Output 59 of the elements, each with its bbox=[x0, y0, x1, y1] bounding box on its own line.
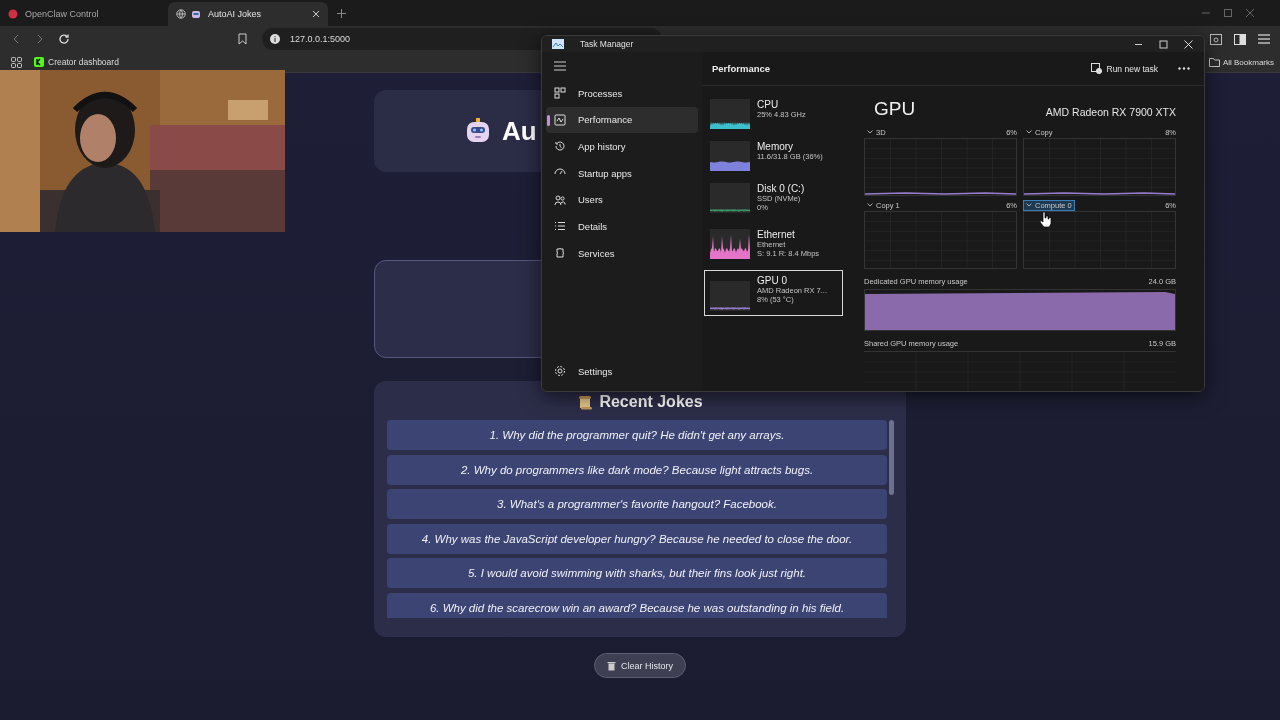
settings-icon bbox=[554, 365, 566, 378]
globe-icon bbox=[176, 9, 186, 19]
scrollbar-thumb[interactable] bbox=[889, 420, 894, 495]
device-name: Ethernet bbox=[757, 229, 796, 240]
joke-item: 2. Why do programmers like dark mode? Because light attracts bugs. bbox=[387, 454, 887, 485]
usage-graph bbox=[710, 229, 750, 259]
joke-item: 3. What's a programmer's favorite hangout? Facebook. bbox=[387, 489, 887, 520]
device-name: GPU 0 bbox=[757, 275, 788, 286]
settings-item[interactable]: Settings bbox=[546, 358, 698, 385]
trash-icon bbox=[607, 660, 616, 671]
joke-item: 1. Why did the programmer quit? He didn't get any arrays. bbox=[387, 420, 887, 450]
activity-icon bbox=[554, 113, 566, 126]
section-title: Performance bbox=[712, 63, 772, 74]
browser-tab[interactable]: OpenClaw Control bbox=[0, 2, 165, 26]
chevron-icon[interactable] bbox=[867, 130, 873, 134]
chevron-icon[interactable] bbox=[1026, 130, 1032, 134]
all-bookmarks-link[interactable]: All Bookmarks bbox=[1208, 57, 1274, 67]
scroll-icon bbox=[578, 394, 594, 410]
joke-item: 6. Why did the scarecrow win an award? Because he was outstanding in his field. bbox=[387, 592, 887, 618]
browser-tab[interactable]: AutoAI Jokes bbox=[168, 2, 328, 26]
nav-item[interactable]: Services bbox=[546, 240, 698, 267]
joke-item: 4. Why was the JavaScript developer hungry? Because he needed to close the door. bbox=[387, 523, 887, 554]
window-title: Task Manager bbox=[580, 39, 635, 49]
nav-item[interactable]: Startup apps bbox=[546, 160, 698, 187]
usage-graph bbox=[710, 183, 750, 213]
usage-graph bbox=[710, 99, 750, 129]
usage-graph bbox=[710, 141, 750, 171]
nav-item[interactable]: Details bbox=[546, 213, 698, 240]
joke-item: 5. I would avoid swimming with sharks, but their fins look just right. bbox=[387, 558, 887, 589]
clear-history-button[interactable]: Clear History bbox=[594, 653, 686, 678]
nav-item[interactable]: Users bbox=[546, 186, 698, 213]
chevron-icon[interactable] bbox=[1026, 203, 1032, 207]
gpu-model: AMD Radeon RX 7900 XTX bbox=[1045, 106, 1176, 118]
users-icon bbox=[554, 193, 566, 206]
grid-icon bbox=[554, 87, 566, 99]
detail-title: GPU bbox=[874, 98, 916, 120]
bookmark-link[interactable]: Creator dashboard bbox=[34, 57, 119, 67]
nav-item[interactable]: Performance bbox=[546, 106, 698, 133]
history-icon bbox=[554, 140, 566, 153]
app-icon bbox=[552, 39, 564, 49]
new-task-icon bbox=[1090, 63, 1102, 74]
info-icon[interactable] bbox=[270, 34, 280, 44]
chevron-icon[interactable] bbox=[867, 203, 873, 207]
device-name: Disk 0 (C:) bbox=[757, 183, 805, 194]
maximize-icon[interactable] bbox=[1224, 9, 1232, 17]
k-logo-icon bbox=[34, 57, 44, 67]
section-title: Recent Jokes bbox=[599, 393, 703, 411]
list-icon bbox=[554, 220, 566, 233]
device-name: Memory bbox=[757, 141, 795, 152]
robot-icon bbox=[191, 9, 201, 19]
app-title: Au bbox=[502, 115, 537, 147]
run-new-task-button[interactable]: Run new task bbox=[1090, 63, 1158, 74]
folder-icon bbox=[1208, 57, 1220, 67]
device-name: CPU bbox=[757, 99, 780, 110]
usage-graph bbox=[710, 281, 750, 311]
nav-item[interactable]: App history bbox=[546, 133, 698, 160]
robot-icon bbox=[464, 117, 492, 145]
hand-cursor-icon bbox=[1039, 211, 1052, 228]
nav-item[interactable]: Processes bbox=[546, 80, 698, 106]
